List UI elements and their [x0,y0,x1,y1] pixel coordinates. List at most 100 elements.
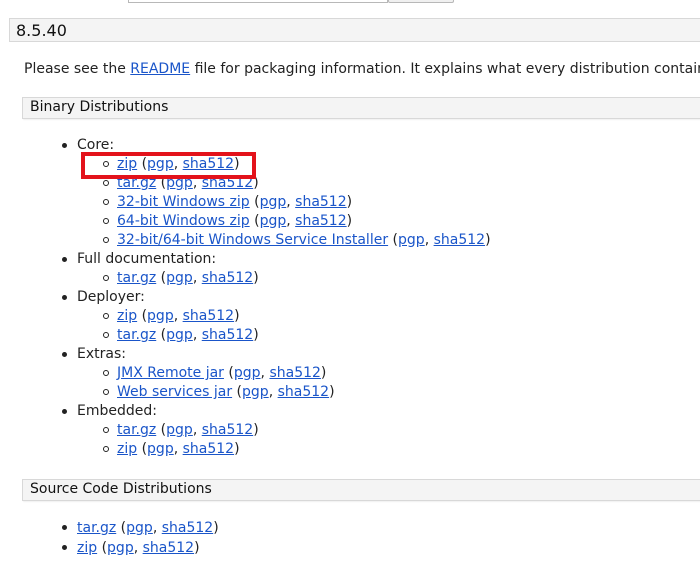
list-item: tar.gz (pgp, sha512) [60,518,219,538]
download-link[interactable]: zip [117,308,137,324]
distribution-group: Full documentation: tar.gz (pgp, sha512) [60,250,491,288]
pgp-link[interactable]: pgp [166,422,193,438]
list-item: zip (pgp, sha512) [77,440,491,459]
sha512-link[interactable]: sha512 [183,441,234,457]
paren-close: ) [346,213,353,229]
paren-open: ( [223,365,234,381]
group-items: zip (pgp, sha512) tar.gz (pgp, sha512) [77,307,491,345]
list-item: 32-bit/64-bit Windows Service Installer … [77,231,491,250]
paren-close: ) [253,270,259,286]
list-item: Web services jar (pgp, sha512) [77,383,491,402]
comma: , [152,520,162,536]
pgp-link[interactable]: pgp [166,270,193,286]
sha512-link[interactable]: sha512 [434,232,485,248]
comma: , [286,213,296,229]
comma: , [173,308,183,324]
sha512-link[interactable]: sha512 [295,213,346,229]
paren-open: ( [137,308,148,324]
download-link[interactable]: zip [77,540,97,556]
list-item: JMX Remote jar (pgp, sha512) [77,364,491,383]
pgp-link[interactable]: pgp [107,540,134,556]
source-distributions-title: Source Code Distributions [30,481,212,497]
group-label: Extras: [77,346,126,362]
pgp-link[interactable]: pgp [234,365,261,381]
sha512-link[interactable]: sha512 [143,540,194,556]
intro-before: Please see the [24,61,131,77]
group-items: tar.gz (pgp, sha512) zip (pgp, sha512) [77,421,491,459]
comma: , [424,232,434,248]
paren-close: ) [320,365,327,381]
download-link[interactable]: tar.gz [117,327,156,343]
pgp-link[interactable]: pgp [147,308,174,324]
paren-close: ) [346,194,353,210]
download-link[interactable]: Web services jar [117,384,232,400]
list-item: zip (pgp, sha512) [60,538,219,558]
comma: , [192,422,202,438]
list-item: zip (pgp, sha512) [77,307,491,326]
comma: , [133,540,143,556]
comma: , [192,327,202,343]
paren-open: ( [156,270,167,286]
sha512-link[interactable]: sha512 [269,365,320,381]
paren-close: ) [253,327,259,343]
sha512-link[interactable]: sha512 [202,327,253,343]
download-link[interactable]: tar.gz [117,270,156,286]
paren-close: ) [194,540,200,556]
paren-close: ) [234,308,240,324]
group-label: Full documentation: [77,251,217,267]
sha512-link[interactable]: sha512 [202,270,253,286]
list-item: 32-bit Windows zip (pgp, sha512) [77,193,491,212]
sha512-link[interactable]: sha512 [295,194,346,210]
group-label: Embedded: [77,403,157,419]
comma: , [192,270,202,286]
download-link[interactable]: tar.gz [117,422,156,438]
intro-after: file for packaging information. It expla… [190,61,700,77]
readme-link[interactable]: README [130,61,190,77]
intro-text: Please see the README file for packaging… [24,61,700,77]
paren-close: ) [485,232,491,248]
search-input-edge[interactable] [128,0,388,3]
search-button-edge[interactable] [388,0,454,3]
paren-open: ( [156,327,167,343]
binary-distributions-list: Core: zip (pgp, sha512) tar.gz (pgp, sha51… [60,136,491,459]
paren-close: ) [213,520,219,536]
pgp-link[interactable]: pgp [260,194,287,210]
download-link[interactable]: zip [117,441,137,457]
source-distributions-header: Source Code Distributions [22,479,700,501]
sha512-link[interactable]: sha512 [202,422,253,438]
list-item: tar.gz (pgp, sha512) [77,269,491,288]
binary-distributions-title: Binary Distributions [30,99,169,115]
paren-open: ( [249,194,260,210]
paren-open: ( [232,384,243,400]
binary-distributions-header: Binary Distributions [22,97,700,119]
comma: , [286,194,296,210]
comma: , [268,384,278,400]
paren-close: ) [329,384,335,400]
download-link[interactable]: 64-bit Windows zip [117,213,250,229]
sha512-link[interactable]: sha512 [162,520,213,536]
paren-open: ( [116,520,127,536]
group-items: JMX Remote jar (pgp, sha512) Web services… [77,364,491,402]
top-form-remnant [0,0,700,4]
sha512-link[interactable]: sha512 [183,308,234,324]
paren-open: ( [97,540,108,556]
pgp-link[interactable]: pgp [398,232,425,248]
group-label: Deployer: [77,289,145,305]
highlight-annotation-box [81,152,256,179]
download-link[interactable]: JMX Remote jar [117,365,224,381]
source-distributions-list: tar.gz (pgp, sha512) zip (pgp, sha512) [60,518,219,558]
paren-close: ) [253,422,259,438]
pgp-link[interactable]: pgp [126,520,153,536]
download-link[interactable]: 32-bit/64-bit Windows Service Installer [117,232,388,248]
pgp-link[interactable]: pgp [147,441,174,457]
download-link[interactable]: tar.gz [77,520,116,536]
pgp-link[interactable]: pgp [260,213,287,229]
paren-close: ) [234,441,240,457]
list-item: 64-bit Windows zip (pgp, sha512) [77,212,491,231]
list-item: tar.gz (pgp, sha512) [77,421,491,440]
sha512-link[interactable]: sha512 [278,384,329,400]
pgp-link[interactable]: pgp [166,327,193,343]
download-link[interactable]: 32-bit Windows zip [117,194,250,210]
pgp-link[interactable]: pgp [242,384,269,400]
distribution-group: Extras: JMX Remote jar (pgp, sha512) Web s… [60,345,491,402]
